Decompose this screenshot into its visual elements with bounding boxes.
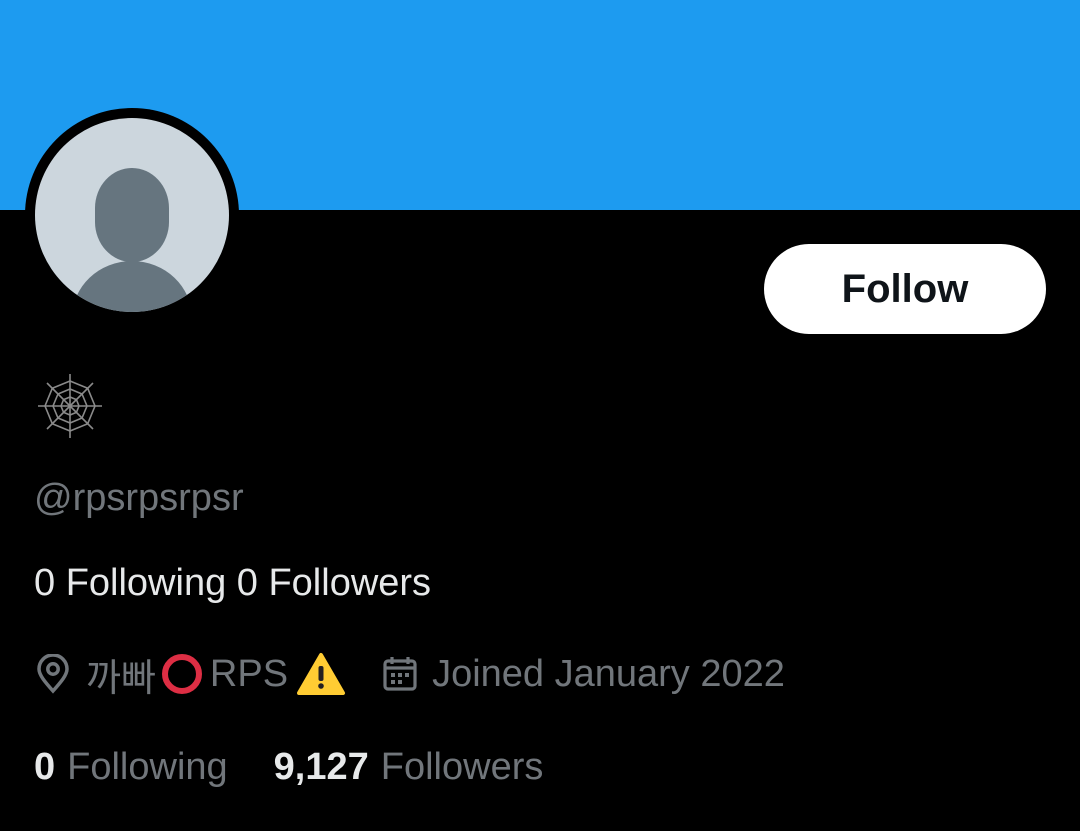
- location-text: 까빠: [86, 657, 156, 700]
- calendar-icon: [382, 655, 418, 693]
- profile-handle: @rpsrpsrpsr: [34, 477, 244, 519]
- following-count: 0: [34, 745, 56, 788]
- followers-count: 9,127: [273, 745, 369, 788]
- avatar[interactable]: [25, 108, 239, 322]
- followers-link[interactable]: 9,127 Followers: [274, 746, 544, 789]
- following-link[interactable]: 0 Following: [34, 746, 228, 789]
- following-label: Following: [67, 745, 228, 788]
- warning-icon: [296, 652, 346, 696]
- followers-label: Followers: [380, 745, 544, 788]
- spider-web-icon: [34, 370, 106, 442]
- location-text-2: RPS: [209, 652, 289, 695]
- profile-stats: 0 Following 9,127 Followers: [34, 740, 543, 794]
- hollow-red-circle-icon: [161, 654, 202, 694]
- default-avatar-icon: [35, 118, 229, 312]
- location-pin-icon: [34, 654, 72, 694]
- profile-meta-row: 까빠 RPS Joined January 2022: [34, 646, 785, 702]
- joined-date: Joined January 2022: [432, 652, 785, 695]
- follow-button[interactable]: Follow: [764, 244, 1046, 334]
- profile-bio: 0 Following 0 Followers: [34, 562, 432, 604]
